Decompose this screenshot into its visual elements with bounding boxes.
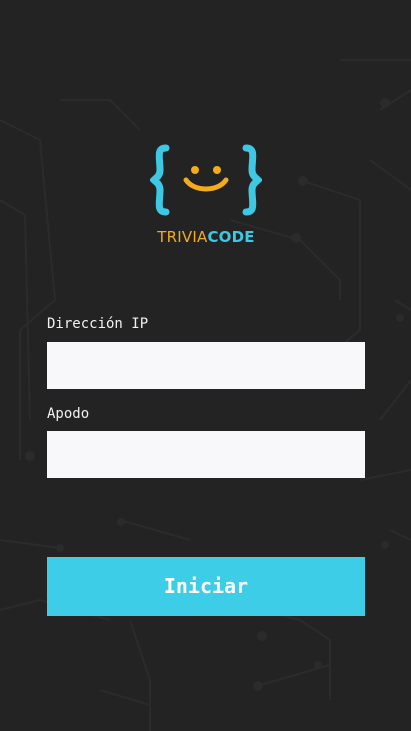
nickname-input[interactable] xyxy=(47,431,365,478)
app-logo: TRIVIACODE xyxy=(150,142,262,250)
logo-wordmark: TRIVIACODE xyxy=(150,228,262,246)
ip-address-input[interactable] xyxy=(47,342,365,389)
ip-address-label: Dirección IP xyxy=(47,316,149,332)
smiley-braces-icon xyxy=(150,144,262,216)
logo-word-trivia: TRIVIA xyxy=(157,228,208,246)
logo-word-code: CODE xyxy=(207,228,255,246)
start-button[interactable]: Iniciar xyxy=(47,557,365,616)
login-screen: TRIVIACODE Dirección IP Apodo Iniciar xyxy=(0,0,411,731)
nickname-label: Apodo xyxy=(47,406,90,422)
